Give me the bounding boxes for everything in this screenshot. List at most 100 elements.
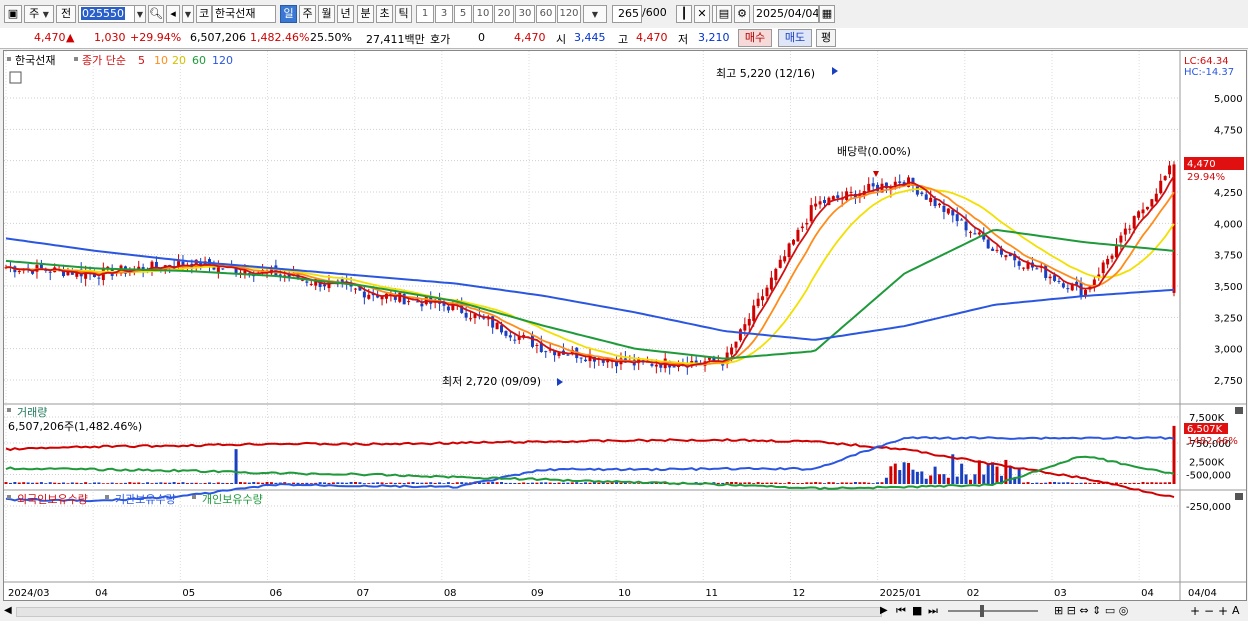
volume-bar [367,483,371,484]
candle-body [893,181,897,186]
volume-bar [1150,482,1154,484]
up-arrow-icon: ▲ [66,31,75,44]
x-tick-label: 10 [618,588,631,599]
next-page-icon[interactable]: ⏭ [928,604,938,618]
volume-bar [216,482,220,484]
turnover: 25.50% [310,31,352,44]
minute-30-button[interactable]: 30 [515,5,535,23]
zoom-slider-handle[interactable] [980,605,984,617]
hc-label: HC:-14.37 [1184,67,1234,78]
buy-button[interactable]: 매수 [738,29,772,47]
speaker-dropdown[interactable]: ▼ [182,5,194,23]
price-tick-label: 3,000 [1214,345,1243,356]
minute-20-button[interactable]: 20 [494,5,514,23]
zoom-slider[interactable] [948,610,1038,612]
candle-body [1154,193,1158,202]
period-month-button[interactable]: 월 [318,5,335,23]
volume-bar [902,462,906,484]
candle-body [774,268,778,281]
crosshair-icon[interactable]: ✕ [694,5,710,23]
panel-close-icon[interactable] [1235,493,1243,500]
speaker-icon[interactable]: ◂ [166,5,180,23]
period-second-button[interactable]: 초 [376,5,393,23]
volume-bar [345,482,349,484]
chart-area[interactable]: 5,0004,7504,5004,2504,0003,7503,5003,250… [3,50,1247,601]
eval-button[interactable]: 평 [816,29,836,47]
period-day-button[interactable]: 일 [280,5,297,23]
window-icon[interactable]: ▣ [4,5,22,23]
zoom-controls-icon[interactable]: ⊞ ⊟ ⇔ ⇕ ▭ ◎ [1054,604,1128,617]
scroll-left-icon[interactable]: ◀ [4,605,12,616]
zoom-out-icon[interactable]: − [1204,604,1214,618]
volume-bar [433,482,437,484]
zoom-in-icon[interactable]: + [1218,604,1228,618]
code-input[interactable]: 025550 [78,5,136,23]
date-input[interactable]: 2025/04/04 [753,5,819,23]
price-tick-label: 4,000 [1214,219,1243,230]
prev-button[interactable]: 전 [56,5,76,23]
period-tick-button[interactable]: 틱 [395,5,412,23]
period-week-button[interactable]: 주 [299,5,316,23]
gear-icon[interactable]: ⚙ [734,5,750,23]
volume-bar [97,482,101,484]
volume-bar [530,482,534,484]
volume-bar [964,474,968,484]
price-tick-label: 2,750 [1214,376,1243,387]
volume-bar [1084,482,1088,484]
scroll-right-icon[interactable]: ▶ [880,605,888,616]
volume-bar [1066,482,1070,484]
candle-body [1066,288,1070,290]
period-year-button[interactable]: 년 [337,5,354,23]
stop-icon[interactable]: ■ [912,604,922,617]
candle-body [805,222,809,225]
candle-body [305,281,309,283]
volume-bar [535,482,539,484]
x-tick-label: 04 [1141,588,1154,599]
volume-bar [159,482,163,484]
chart-canvas[interactable]: 5,0004,7504,5004,2504,0003,7503,5003,250… [4,51,1246,600]
candle-body [743,324,747,331]
volume-bar [371,482,375,484]
volume-bar [128,482,132,484]
panel-marker-icon [7,408,11,412]
minute-custom-select[interactable]: ▼ [583,5,607,23]
volume-bar [340,482,344,484]
font-size-icon[interactable]: A [1232,604,1240,617]
zoom-in-icon[interactable]: + [1190,604,1200,618]
candle-body [765,287,769,297]
sell-button[interactable]: 매도 [778,29,812,47]
panel-close-icon[interactable] [1235,407,1243,414]
count-input[interactable]: 265 [612,5,642,23]
save-icon[interactable]: ▤ [716,5,732,23]
high-label: 고 [618,33,629,46]
minute-1-button[interactable]: 1 [416,5,434,23]
search-icon[interactable]: 🔍︎ [148,5,164,23]
first-page-icon[interactable]: ⏮ [896,604,906,618]
minute-5-button[interactable]: 5 [454,5,472,23]
volume-tick-label: 7,500K [1189,413,1225,424]
candle-body [1141,209,1145,214]
minute-120-button[interactable]: 120 [557,5,581,23]
market-select[interactable]: 주 ▼ [24,5,54,23]
candle-type-icon[interactable]: ┃ [676,5,692,23]
volume-bar [911,469,915,484]
horizontal-scrollbar[interactable] [16,607,882,617]
volume-bar [92,482,96,484]
table-toggle-icon[interactable] [9,71,22,84]
minute-10-button[interactable]: 10 [473,5,493,23]
code-dropdown[interactable]: ▼ [134,5,146,23]
candle-body [1022,267,1026,269]
candle-body [933,199,937,206]
volume-bar [827,482,831,484]
volume-bar [491,481,495,484]
candle-body [154,261,158,268]
volume-bar [1030,482,1034,484]
period-minute-button[interactable]: 분 [357,5,374,23]
low-label: 저 [678,33,689,46]
quote-bar: 4,470 ▲ 1,030 +29.94% 6,507,206 1,482.46… [0,28,1248,49]
minute-3-button[interactable]: 3 [435,5,453,23]
stock-name: 한국선재 [212,5,276,23]
calendar-icon[interactable]: ▦ [819,5,835,23]
volume-bar [606,482,610,484]
minute-60-button[interactable]: 60 [536,5,556,23]
